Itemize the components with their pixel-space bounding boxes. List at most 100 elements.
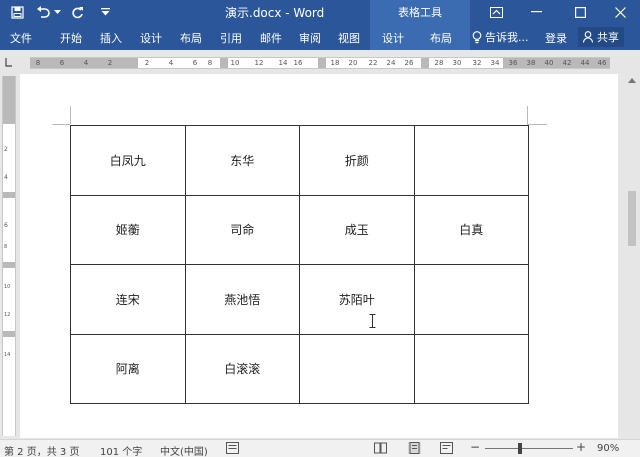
ruler-tick: 38 — [526, 59, 536, 67]
macro-record-icon[interactable] — [226, 442, 239, 454]
tab-home[interactable]: 开始 — [60, 30, 82, 46]
tab-table-design[interactable]: 设计 — [382, 30, 404, 46]
text-cursor-icon — [369, 314, 376, 328]
web-layout-icon[interactable] — [440, 442, 453, 454]
tab-design[interactable]: 设计 — [140, 30, 162, 46]
login-link[interactable]: 登录 — [545, 30, 567, 46]
save-icon[interactable] — [8, 3, 26, 21]
scroll-up-icon[interactable] — [628, 78, 636, 83]
ruler-row-marker[interactable] — [3, 262, 15, 268]
ruler-tick: 6 — [192, 59, 198, 67]
ruler-row-marker[interactable] — [3, 192, 15, 198]
customize-toolbar-icon[interactable] — [96, 3, 114, 21]
table-cell[interactable]: 阿离 — [70, 333, 186, 404]
lightbulb-icon — [472, 30, 482, 43]
margin-corner-mark — [527, 106, 528, 124]
person-icon — [583, 31, 594, 43]
table-cell[interactable]: 成玉 — [299, 194, 415, 265]
table-cell[interactable]: 姬蘅 — [70, 194, 186, 265]
table-cell[interactable]: 苏陌叶 — [299, 264, 415, 335]
ruler-column-marker[interactable] — [318, 58, 326, 68]
table-row: 阿离 白滚滚 — [70, 333, 529, 404]
print-layout-icon[interactable] — [408, 442, 421, 454]
tab-selector[interactable] — [0, 50, 18, 74]
page-count[interactable]: 第 2 页，共 3 页 — [4, 443, 79, 457]
read-mode-icon[interactable] — [374, 442, 387, 454]
document-page[interactable]: 白凤九 东华 折颜 姬蘅 司命 成玉 白真 连宋 燕池悟 苏陌叶 阿离 白滚滚 — [20, 74, 618, 438]
table-cell[interactable]: 连宋 — [70, 264, 186, 335]
table-cell[interactable] — [413, 264, 529, 335]
ruler-right-margin — [503, 58, 610, 68]
table-cell[interactable]: 折颜 — [299, 125, 415, 196]
tab-review[interactable]: 审阅 — [299, 30, 321, 46]
table-cell[interactable]: 白真 — [413, 194, 529, 265]
vruler-tick: 12 — [4, 312, 11, 318]
table-cell[interactable]: 东华 — [184, 125, 300, 196]
ruler-tick: 34 — [490, 59, 500, 67]
tell-me-box[interactable]: 告诉我... — [472, 29, 529, 45]
table-row: 连宋 燕池悟 苏陌叶 — [70, 264, 529, 335]
redo-icon[interactable] — [68, 3, 86, 21]
tab-insert[interactable]: 插入 — [100, 30, 122, 46]
table-cell[interactable] — [413, 125, 529, 196]
zoom-out-icon[interactable]: − — [470, 440, 480, 454]
table-cell[interactable] — [299, 333, 415, 404]
tab-layout[interactable]: 布局 — [180, 30, 202, 46]
document-table: 白凤九 东华 折颜 姬蘅 司命 成玉 白真 连宋 燕池悟 苏陌叶 阿离 白滚滚 — [70, 125, 529, 404]
ruler-tick: 10 — [230, 59, 240, 67]
table-cell[interactable]: 燕池悟 — [184, 264, 300, 335]
table-cell[interactable]: 白滚滚 — [184, 333, 300, 404]
table-row: 白凤九 东华 折颜 — [70, 125, 529, 196]
word-count[interactable]: 101 个字 — [100, 443, 142, 457]
maximize-icon[interactable] — [562, 0, 598, 24]
tab-mailings[interactable]: 邮件 — [260, 30, 282, 46]
ruler-tick: 24 — [386, 59, 396, 67]
ruler-tick: 28 — [434, 59, 444, 67]
status-bar: 第 2 页，共 3 页 101 个字 中文(中国) − + 90% — [0, 439, 640, 457]
horizontal-ruler[interactable]: 8 6 4 2 2 4 6 8 10 12 14 16 18 20 22 24 … — [30, 57, 610, 69]
ruler-tick: 40 — [544, 59, 554, 67]
tab-references[interactable]: 引用 — [220, 30, 242, 46]
ruler-tick: 44 — [580, 59, 590, 67]
ruler-tick: 4 — [168, 59, 174, 67]
tab-file[interactable]: 文件 — [10, 30, 32, 46]
share-label: 共享 — [597, 31, 619, 44]
ruler-tick: 12 — [254, 59, 264, 67]
ruler-tick: 8 — [35, 59, 41, 67]
ruler-tick: 20 — [348, 59, 358, 67]
vertical-scrollbar[interactable] — [624, 76, 640, 436]
language-indicator[interactable]: 中文(中国) — [160, 443, 208, 457]
vruler-tick: 6 — [4, 222, 8, 229]
ribbon-display-options-icon[interactable] — [478, 0, 514, 24]
undo-icon[interactable] — [34, 3, 52, 21]
table-tools-label: 表格工具 — [398, 6, 442, 19]
document-title: 演示.docx - Word — [225, 6, 325, 20]
ruler-column-marker[interactable] — [421, 58, 429, 68]
share-button[interactable]: 共享 — [578, 27, 624, 47]
ruler-tick: 42 — [562, 59, 572, 67]
close-icon[interactable] — [602, 0, 638, 24]
ruler-column-marker[interactable] — [220, 58, 228, 68]
zoom-in-icon[interactable]: + — [576, 440, 586, 454]
margin-corner-mark — [70, 106, 71, 124]
ribbon-tabs: 文件 开始 插入 设计 布局 引用 邮件 审阅 视图 设计 布局 告诉我... … — [0, 24, 640, 50]
horizontal-ruler-area: 8 6 4 2 2 4 6 8 10 12 14 16 18 20 22 24 … — [0, 50, 640, 74]
tab-view[interactable]: 视图 — [338, 30, 360, 46]
tell-me-label: 告诉我... — [485, 31, 529, 44]
vruler-tick: 2 — [4, 146, 8, 153]
ruler-tick: 2 — [107, 59, 113, 67]
zoom-level[interactable]: 90% — [597, 443, 619, 454]
ruler-row-marker[interactable] — [3, 331, 15, 337]
tab-table-layout[interactable]: 布局 — [430, 30, 452, 46]
ruler-tick: 36 — [508, 59, 518, 67]
minimize-icon[interactable] — [518, 0, 554, 24]
scrollbar-thumb[interactable] — [628, 191, 636, 246]
table-cell[interactable] — [413, 333, 529, 404]
table-cell[interactable]: 白凤九 — [70, 125, 186, 196]
vertical-ruler[interactable]: 2 4 6 8 10 12 14 — [2, 76, 16, 436]
zoom-slider-thumb[interactable] — [518, 443, 522, 454]
zoom-slider[interactable] — [485, 448, 573, 449]
vruler-tick: 4 — [4, 174, 8, 181]
table-cell[interactable]: 司命 — [184, 194, 300, 265]
undo-dropdown-icon[interactable] — [52, 3, 62, 21]
